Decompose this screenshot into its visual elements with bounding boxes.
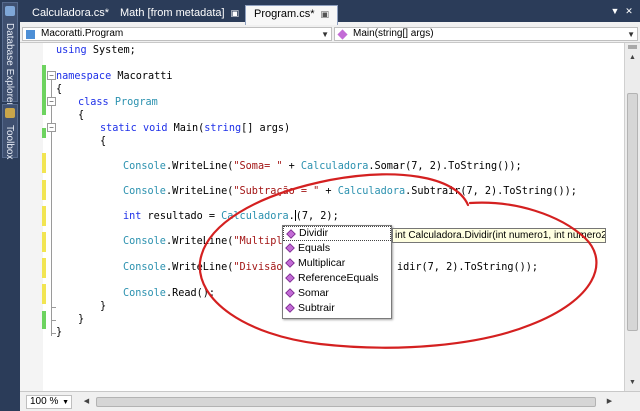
tab-program[interactable]: Program.cs* ▣ <box>245 5 339 25</box>
chevron-down-icon: ▼ <box>627 30 635 39</box>
tab-label: Math [from metadata] <box>120 7 225 19</box>
collapse-class-icon[interactable]: − <box>47 97 56 106</box>
code-line: Console.WriteLine("Subtração = " + Calcu… <box>123 186 577 197</box>
member-dropdown-value: Main(string[] args) <box>353 28 434 39</box>
chevron-down-icon: ▼ <box>321 30 329 39</box>
quickinfo-tooltip: int Calculadora.Dividir(int numero1, int… <box>392 228 606 243</box>
vertical-scrollbar[interactable]: ▲ ▼ <box>624 43 640 391</box>
code-line: Console.WriteLine("Divisão = <box>123 262 295 273</box>
code-line: { <box>56 84 63 95</box>
code-line: Console.WriteLine("Soma= " + Calculadora… <box>123 161 522 172</box>
type-dropdown[interactable]: Macoratti.Program ▼ <box>22 27 332 41</box>
scroll-left-icon[interactable]: ◀ <box>80 395 93 408</box>
code-line: Console.WriteLine("Multiplic <box>123 236 295 247</box>
type-dropdown-value: Macoratti.Program <box>41 28 124 39</box>
code-line-continuation: idir(7, 2).ToString()); <box>397 262 539 273</box>
collapse-namespace-icon[interactable]: − <box>47 71 56 80</box>
outline-guide <box>51 80 52 336</box>
method-icon <box>337 29 348 40</box>
code-line: { <box>78 110 85 121</box>
unsaved-change-bar <box>42 153 46 173</box>
vertical-scroll-thumb[interactable] <box>627 93 638 331</box>
code-line: } <box>56 327 63 338</box>
chevron-down-icon: ▼ <box>62 399 69 406</box>
saved-change-bar <box>42 128 46 138</box>
code-line: } <box>100 301 107 312</box>
method-icon <box>285 258 295 268</box>
unsaved-change-bar <box>42 284 46 304</box>
tab-calculadora[interactable]: Calculadora.cs* <box>24 5 117 23</box>
tab-label: Calculadora.cs* <box>32 7 110 19</box>
completion-item[interactable]: Subtrair <box>283 301 391 316</box>
code-line: } <box>78 314 85 325</box>
code-line: class Program <box>78 97 158 108</box>
completion-item[interactable]: ReferenceEquals <box>283 271 391 286</box>
tab-math-metadata[interactable]: Math [from metadata] ▣ <box>112 5 247 23</box>
completion-item[interactable]: Equals <box>283 241 391 256</box>
saved-change-bar <box>42 311 46 329</box>
scroll-up-icon[interactable]: ▲ <box>626 51 639 64</box>
database-explorer-label: Database Explorer <box>4 23 15 106</box>
collapse-method-icon[interactable]: − <box>47 123 56 132</box>
member-dropdown[interactable]: Main(string[] args) ▼ <box>334 27 638 41</box>
zoom-dropdown[interactable]: 100 % ▼ <box>26 395 72 409</box>
tab-label: Program.cs* <box>254 8 315 20</box>
code-line: Console.Read(); <box>123 288 216 299</box>
method-icon <box>285 303 295 313</box>
pin-icon[interactable]: ▣ <box>321 9 330 20</box>
scroll-right-icon[interactable]: ▶ <box>603 395 616 408</box>
toolbox-icon <box>5 108 15 118</box>
side-toolbar: Database Explorer Toolbox <box>0 0 20 411</box>
close-icon[interactable]: ✕ <box>622 6 636 20</box>
indicator-margin <box>20 43 43 391</box>
outline-end <box>51 307 56 308</box>
method-icon <box>285 288 295 298</box>
code-line: { <box>100 136 107 147</box>
scroll-down-icon[interactable]: ▼ <box>626 376 639 389</box>
code-line: using System; <box>56 45 136 56</box>
code-editor[interactable]: − − − using System; namespace Macoratti … <box>20 43 624 391</box>
pin-icon[interactable]: ▣ <box>231 8 240 19</box>
completion-item[interactable]: Multiplicar <box>283 256 391 271</box>
method-icon <box>285 273 295 283</box>
saved-change-bar <box>42 65 46 115</box>
database-icon <box>5 6 15 16</box>
completion-item-selected[interactable]: Dividir <box>283 226 391 241</box>
toolbox-label: Toolbox <box>4 125 15 160</box>
document-tab-strip: Calculadora.cs* Math [from metadata] ▣ Pr… <box>20 0 640 25</box>
horizontal-scroll-thumb[interactable] <box>96 397 596 407</box>
splitter-handle[interactable] <box>628 45 637 49</box>
completion-item[interactable]: Somar <box>283 286 391 301</box>
unsaved-change-bar <box>42 180 46 200</box>
unsaved-change-bar <box>42 258 46 278</box>
code-line: namespace Macoratti <box>56 71 173 82</box>
method-icon <box>285 243 295 253</box>
unsaved-change-bar <box>42 206 46 226</box>
database-explorer-tab[interactable]: Database Explorer <box>2 2 18 106</box>
method-icon <box>286 229 296 239</box>
horizontal-scrollbar[interactable]: ◀ ▶ <box>80 395 620 409</box>
unsaved-change-bar <box>42 232 46 252</box>
editor-bottom-bar: 100 % ▼ ◀ ▶ <box>20 391 640 411</box>
code-line: static void Main(string[] args) <box>100 123 291 134</box>
outline-end <box>51 320 56 321</box>
tab-overflow-icon[interactable]: ▼ <box>608 6 622 20</box>
zoom-value: 100 % <box>30 396 59 407</box>
toolbox-tab[interactable]: Toolbox <box>2 104 18 160</box>
class-icon <box>26 30 35 39</box>
intellisense-list[interactable]: Dividir Equals Multiplicar ReferenceEqua… <box>282 225 392 319</box>
code-line-current: int resultado = Calculadora.(7, 2); <box>123 210 339 222</box>
navigation-bar: Macoratti.Program ▼ Main(string[] args) … <box>20 25 640 43</box>
